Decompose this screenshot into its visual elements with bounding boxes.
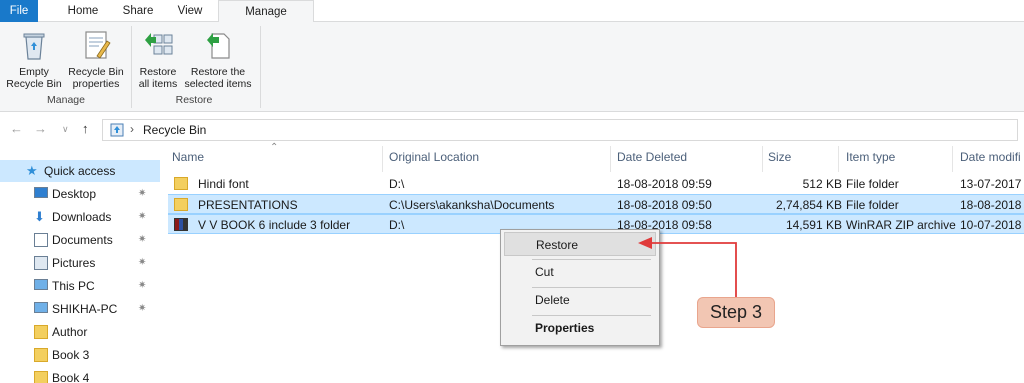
annotation-arrow [638, 237, 737, 297]
step-3-callout: Step 3 [697, 297, 775, 328]
